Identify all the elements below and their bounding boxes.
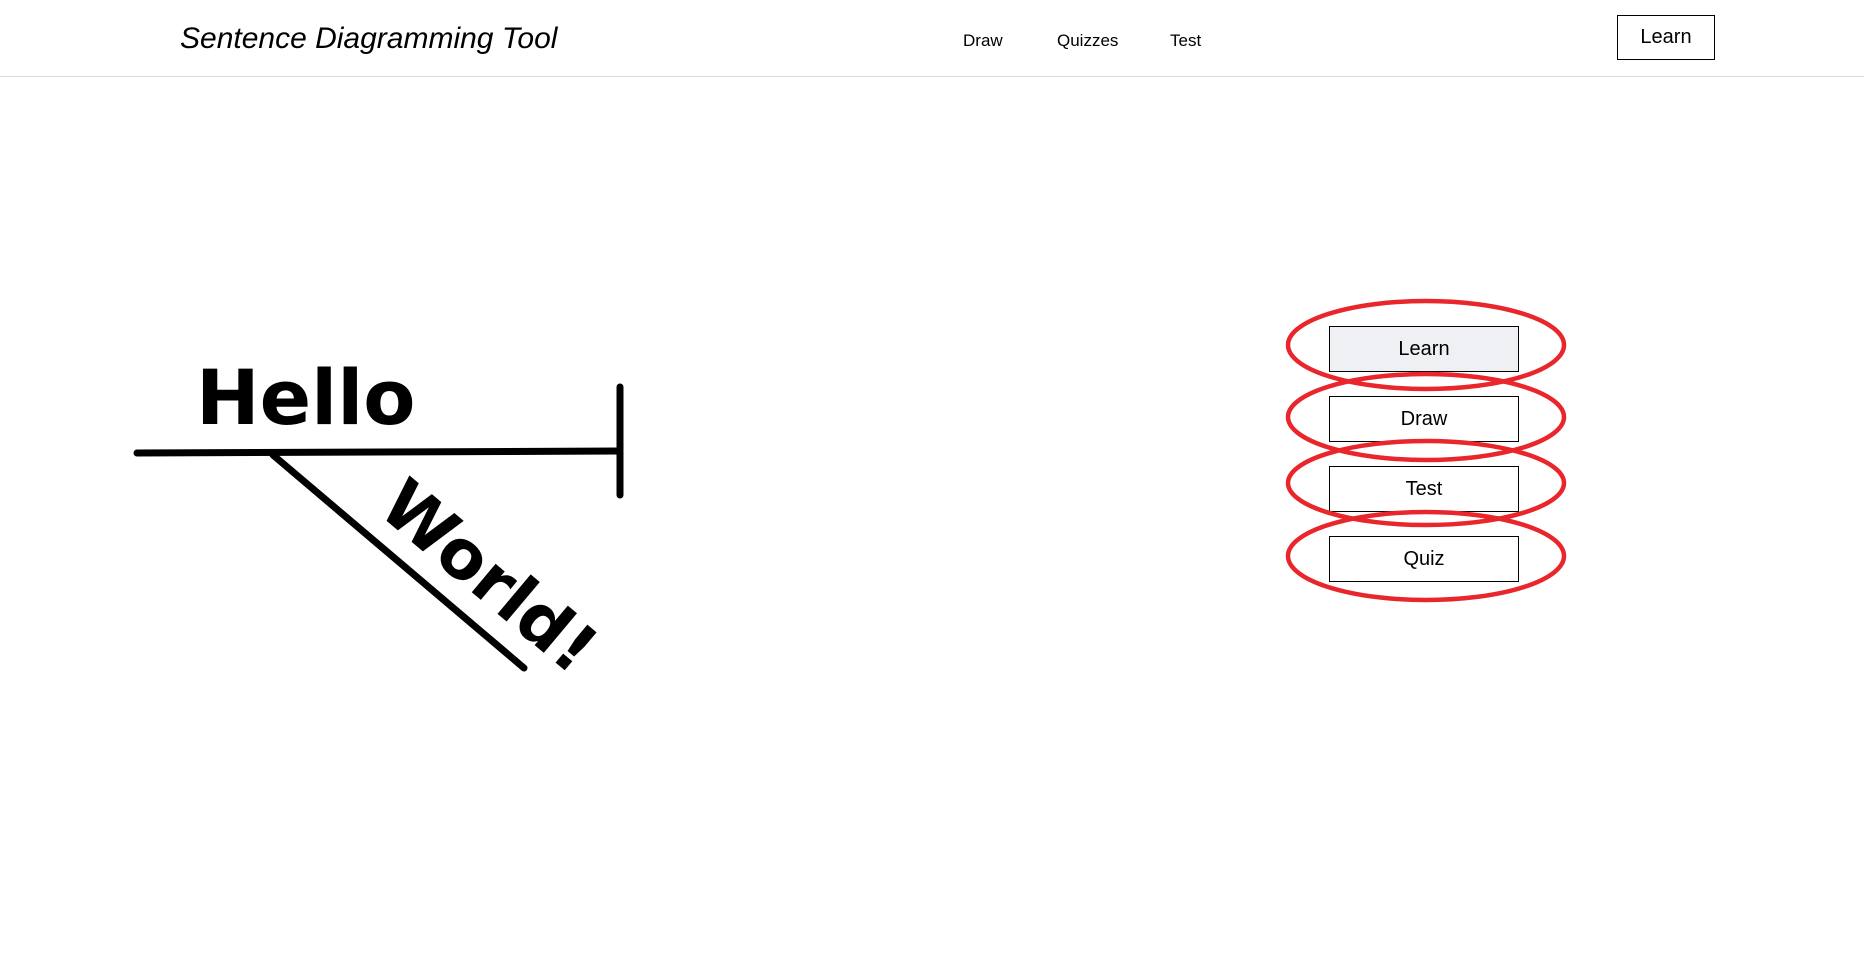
- menu-quiz-button[interactable]: Quiz: [1329, 536, 1519, 582]
- sentence-diagram: Hello World!: [133, 353, 624, 690]
- menu-test-button[interactable]: Test: [1329, 466, 1519, 512]
- diagram-baseline: [133, 447, 624, 457]
- diagram-word-world: World!: [365, 465, 612, 690]
- menu-learn-button[interactable]: Learn: [1329, 326, 1519, 372]
- menu-draw-button[interactable]: Draw: [1329, 396, 1519, 442]
- diagram-word-hello: Hello: [196, 353, 415, 442]
